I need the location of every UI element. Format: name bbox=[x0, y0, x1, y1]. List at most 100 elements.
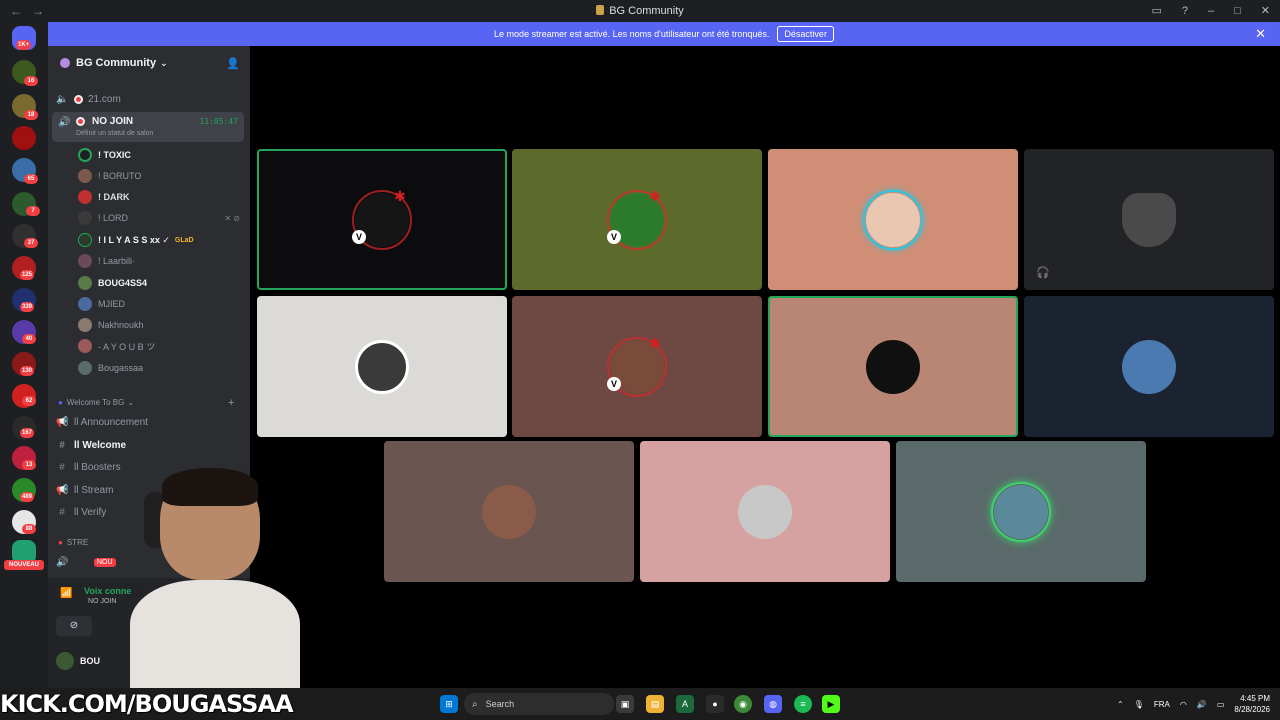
participant-tile[interactable] bbox=[257, 296, 507, 437]
username: Nakhnoukh bbox=[98, 320, 144, 330]
server-badge: 40 bbox=[22, 334, 36, 344]
participant-tile[interactable] bbox=[384, 441, 634, 582]
help-icon[interactable]: ? bbox=[1182, 0, 1188, 22]
server-icon[interactable] bbox=[12, 126, 36, 150]
participant-tile[interactable]: 🎧 bbox=[1024, 149, 1274, 290]
webcam-shirt bbox=[130, 580, 300, 690]
voice-channel-no-join[interactable]: 🔊 NO JOIN 11:05:47 Définir un statut de … bbox=[52, 112, 244, 142]
chrome-icon[interactable]: ◉ bbox=[734, 695, 752, 713]
megaphone-icon: 📢 bbox=[56, 484, 69, 496]
channel-name: ll Verify bbox=[74, 506, 107, 518]
participant-tile[interactable] bbox=[896, 441, 1146, 582]
battery-icon[interactable]: ▭ bbox=[1217, 700, 1225, 709]
category-stream[interactable]: ● STRE bbox=[58, 538, 88, 547]
voice-user[interactable]: - A Y O U B ツ bbox=[78, 336, 248, 356]
participant-tile[interactable] bbox=[640, 441, 890, 582]
voice-connected-label: Voix conne bbox=[84, 586, 132, 596]
voice-user[interactable]: Bougassaa bbox=[78, 358, 248, 378]
participant-tile[interactable] bbox=[768, 149, 1018, 290]
spotify-icon[interactable]: ≡ bbox=[794, 695, 812, 713]
set-channel-status[interactable]: Définir un statut de salon bbox=[76, 130, 153, 137]
star-decoration-icon: ✱ bbox=[394, 187, 406, 204]
new-badge: NOU bbox=[94, 557, 116, 567]
inbox-icon[interactable]: ▭ bbox=[1151, 0, 1161, 22]
volume-icon[interactable]: 🔊 bbox=[1197, 700, 1207, 709]
server-badge: 167 bbox=[20, 428, 35, 438]
voice-user[interactable]: ! DARK bbox=[78, 187, 248, 207]
windows-start-icon[interactable]: ⊞ bbox=[440, 695, 458, 713]
avatar-decoration bbox=[991, 481, 1051, 542]
discord-icon[interactable]: ◍ bbox=[764, 695, 782, 713]
title-bar: ← → BG Community ▭ ? – □ ✕ bbox=[0, 0, 1280, 22]
server-badge: 16 bbox=[24, 76, 38, 86]
participant-tile[interactable]: ✱ V bbox=[512, 149, 762, 290]
window-title-text: BG Community bbox=[609, 5, 684, 17]
avatar bbox=[78, 190, 92, 204]
taskbar-search[interactable]: ⌕ Search bbox=[464, 693, 614, 715]
avatar bbox=[78, 361, 92, 375]
minimize-button[interactable]: – bbox=[1208, 0, 1214, 22]
channel-announcement[interactable]: 📢 ll Announcement bbox=[56, 412, 148, 432]
server-badge: 37 bbox=[24, 238, 38, 248]
server-header[interactable]: BG Community ⌄ 👤 bbox=[48, 46, 250, 80]
voice-channel-new[interactable]: 🔊 NOU bbox=[56, 552, 116, 572]
avatar bbox=[78, 297, 92, 311]
streamer-webcam bbox=[130, 440, 300, 690]
add-channel-icon[interactable]: + bbox=[228, 397, 234, 409]
chevron-up-icon[interactable]: ⌃ bbox=[1117, 700, 1124, 709]
task-view-icon[interactable]: ▣ bbox=[616, 695, 634, 713]
user-panel[interactable]: BOU bbox=[56, 652, 100, 670]
language-indicator[interactable]: FRA bbox=[1154, 700, 1170, 709]
voice-user[interactable]: MJIED bbox=[78, 294, 248, 314]
camera-off-button[interactable]: ⊘ bbox=[56, 616, 92, 636]
participant-avatar bbox=[1122, 339, 1176, 394]
participant-tile[interactable] bbox=[768, 296, 1018, 437]
disable-streamer-button[interactable]: Désactiver bbox=[777, 26, 834, 42]
no-entry-icon bbox=[74, 94, 83, 104]
voice-channel-21com[interactable]: 🔈 21.com bbox=[56, 89, 121, 109]
server-badge: 88 bbox=[22, 524, 36, 534]
channel-boosters[interactable]: # ll Boosters bbox=[56, 457, 120, 477]
clock-date: 8/28/2026 bbox=[1234, 705, 1270, 714]
voice-user[interactable]: ! LORD ✕ ⊘ bbox=[78, 208, 248, 228]
user-avatar bbox=[56, 652, 74, 670]
clock[interactable]: 4:45 PM 8/28/2026 bbox=[1234, 693, 1270, 715]
server-badge: 13 bbox=[22, 460, 36, 470]
maximize-button[interactable]: □ bbox=[1234, 0, 1241, 22]
channel-timer: 11:05:47 bbox=[199, 117, 238, 126]
category-welcome[interactable]: ● Welcome To BG ⌄ + bbox=[58, 397, 248, 409]
category-name: Welcome To BG bbox=[66, 398, 125, 407]
star-decoration-icon: ✱ bbox=[649, 187, 661, 204]
new-label-badge: NOUVEAU bbox=[4, 560, 44, 570]
streamer-mode-banner: Le mode streamer est activé. Les noms d'… bbox=[48, 22, 1280, 46]
webcam-hair bbox=[162, 468, 258, 506]
mic-icon[interactable]: 🎙 bbox=[1134, 700, 1144, 709]
voice-user[interactable]: ! Laarbili· bbox=[78, 251, 248, 271]
voice-user[interactable]: Nakhnoukh bbox=[78, 315, 248, 335]
server-rail: 1K+ 16 18 65 7 37 125 339 40 130 62 167 … bbox=[0, 22, 48, 688]
hashtag-icon: # bbox=[59, 506, 65, 518]
overlay-url: KICK.COM/BOUGASSAA bbox=[0, 690, 294, 718]
participant-tile[interactable]: ✱ V bbox=[257, 149, 507, 290]
close-window-button[interactable]: ✕ bbox=[1261, 0, 1270, 22]
wifi-icon[interactable]: ◠ bbox=[1180, 700, 1187, 709]
channel-stream[interactable]: 📢 ll Stream bbox=[56, 480, 113, 500]
invite-people-icon[interactable]: 👤 bbox=[226, 57, 240, 70]
channel-welcome[interactable]: # ll Welcome bbox=[56, 435, 126, 455]
channel-verify[interactable]: # ll Verify bbox=[56, 502, 106, 522]
voice-user[interactable]: BOUG4SS4 bbox=[78, 273, 248, 293]
close-icon[interactable]: ✕ bbox=[1255, 26, 1266, 42]
username: ! I L Y A S S xx ✓ bbox=[98, 234, 170, 245]
chevron-down-icon: ⌄ bbox=[127, 398, 135, 407]
hashtag-icon: # bbox=[59, 439, 65, 451]
app-icon[interactable]: A bbox=[676, 695, 694, 713]
voice-user[interactable]: ! TOXIC bbox=[78, 145, 248, 165]
participant-tile[interactable]: ✱ V bbox=[512, 296, 762, 437]
participant-tile[interactable] bbox=[1024, 296, 1274, 437]
file-explorer-icon[interactable]: ▤ bbox=[646, 695, 664, 713]
channel-name: ll Stream bbox=[74, 484, 114, 496]
github-icon[interactable]: ● bbox=[706, 695, 724, 713]
kick-app-icon[interactable]: ▶ bbox=[822, 695, 840, 713]
voice-user[interactable]: ! BORUTO bbox=[78, 166, 248, 186]
voice-user[interactable]: ! I L Y A S S xx ✓ GLaD bbox=[78, 230, 248, 250]
